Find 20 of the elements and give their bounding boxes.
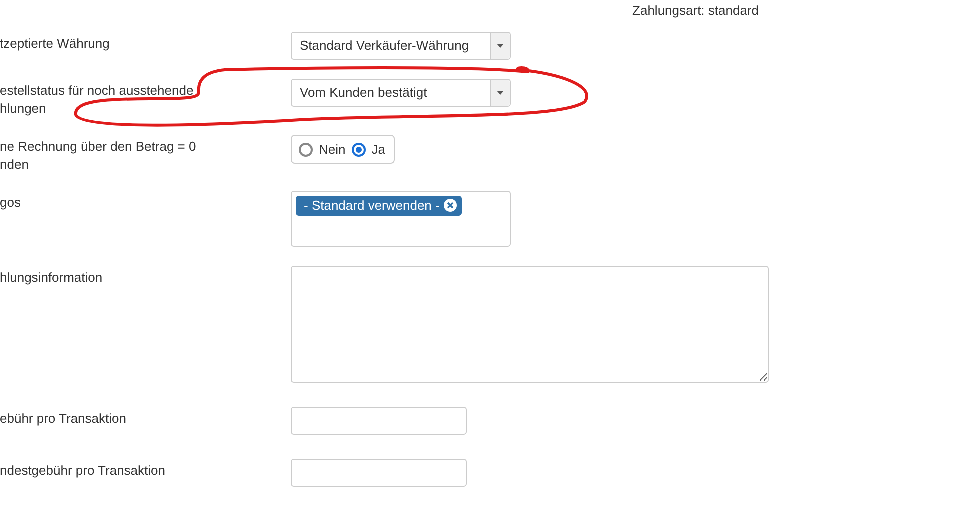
radio-option[interactable]: Nein — [299, 140, 346, 160]
caret-icon — [497, 91, 504, 95]
field-label: ndestgebühr pro Transaktion — [0, 462, 166, 480]
text-input[interactable] — [291, 459, 467, 487]
payment-type-text: Zahlungsart: standard — [632, 2, 759, 20]
text-input[interactable] — [291, 407, 467, 435]
field-label: estellstatus für noch ausstehende hlungen — [0, 82, 195, 118]
field-label: tzeptierte Währung — [0, 35, 111, 53]
select-field[interactable]: Standard Verkäufer-Währung — [291, 32, 511, 60]
text-area[interactable] — [291, 266, 769, 383]
remove-icon[interactable] — [444, 199, 457, 212]
field-label: ne Rechnung über den Betrag = 0 nden — [0, 138, 198, 174]
tag-chip[interactable]: - Standard verwenden - — [296, 196, 462, 216]
field-label: hlungsinformation — [0, 269, 104, 287]
field-label: ebühr pro Transaktion — [0, 410, 128, 428]
caret-icon — [497, 44, 504, 48]
tag-input-field[interactable]: - Standard verwenden - — [291, 191, 511, 247]
radio-option[interactable]: Ja — [352, 140, 386, 160]
select-field[interactable]: Vom Kunden bestätigt — [291, 79, 511, 107]
field-label: gos — [0, 194, 22, 212]
